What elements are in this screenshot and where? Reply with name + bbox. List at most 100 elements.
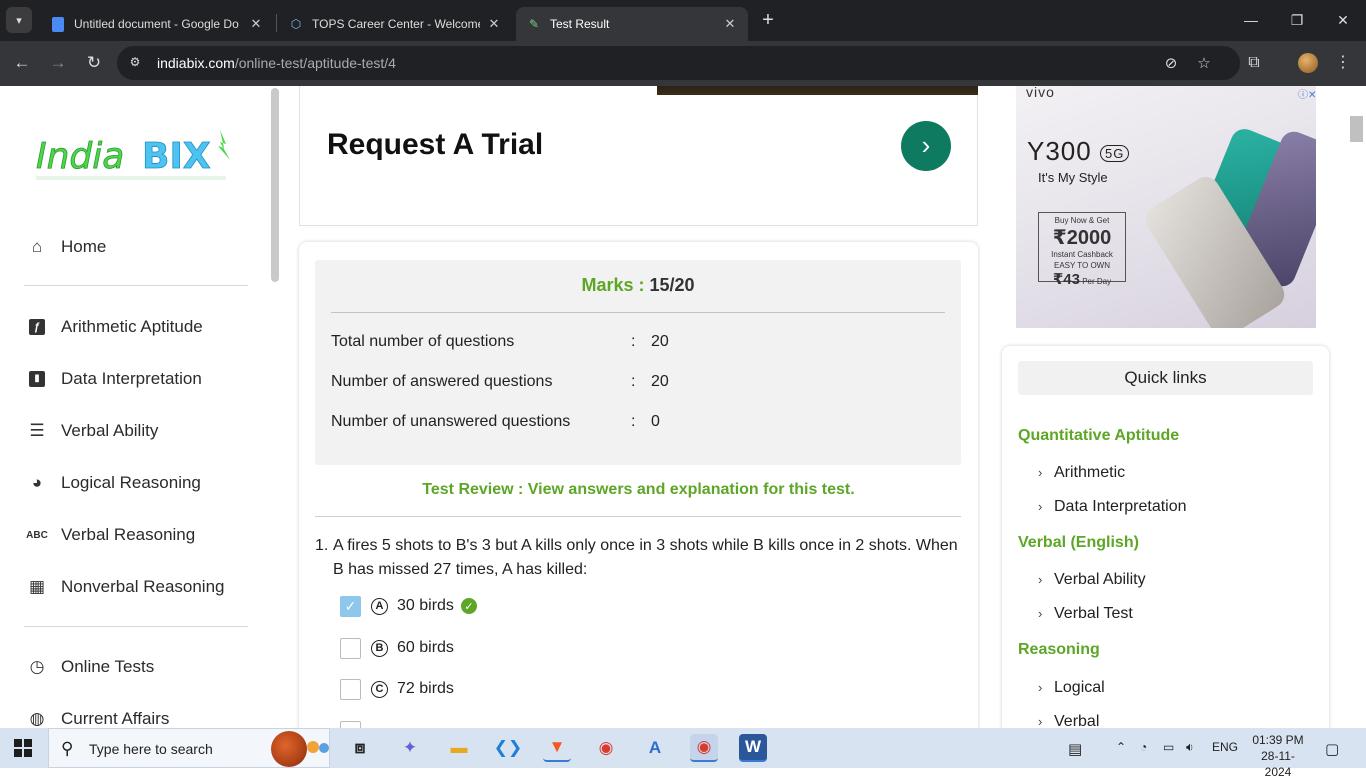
option-text: 30 birds	[397, 597, 454, 614]
bookmark-star-icon[interactable]: ☆	[1194, 54, 1214, 74]
option-b[interactable]: B 60 birds	[340, 635, 454, 661]
google-docs-icon	[50, 16, 66, 32]
stat-value: 20	[651, 373, 669, 390]
minimize-button[interactable]: —	[1228, 8, 1274, 32]
brave-browser-icon[interactable]: ▼	[543, 734, 571, 762]
task-view-icon[interactable]: ⧈	[346, 734, 374, 762]
sidebar-item-home[interactable]: ⌂ Home	[26, 232, 107, 262]
option-checkbox[interactable]	[340, 637, 361, 659]
volume-icon[interactable]: 🔉︎	[1186, 740, 1194, 755]
show-hidden-icons[interactable]: ⌃	[1116, 740, 1126, 754]
page-scrollbar[interactable]	[1350, 116, 1363, 142]
search-icon: ⚲	[61, 739, 74, 758]
reload-button[interactable]: ↻	[82, 51, 106, 75]
list-check-icon: ☰	[29, 421, 45, 440]
correct-answer-icon: ✓	[460, 598, 477, 614]
vivo-advertisement[interactable]: vivo ⓘ✕ Y300 5G It's My Style Buy Now & …	[1016, 86, 1316, 328]
extensions-icon[interactable]: ⧉	[1243, 52, 1265, 74]
test-review-link[interactable]: Test Review : View answers and explanati…	[299, 481, 978, 499]
address-bar[interactable]: ⚙ indiabix.com/online-test/aptitude-test…	[117, 46, 1240, 80]
sidebar-item-verbal-ability[interactable]: ☰ Verbal Ability	[26, 416, 158, 446]
sidebar-scrollbar[interactable]	[271, 88, 279, 282]
option-checkbox[interactable]	[340, 678, 361, 700]
sidebar-item-online-tests[interactable]: ◷ Online Tests	[26, 652, 155, 682]
chevron-right-icon: ›	[1038, 465, 1043, 480]
ad-emi: ₹43 Per Day	[1039, 270, 1125, 288]
forward-button[interactable]: →	[46, 51, 70, 75]
quick-link-verbal-ability[interactable]: › Verbal Ability	[1038, 571, 1146, 589]
tab-tops-career[interactable]: ⬡ TOPS Career Center - Welcome ✕	[278, 7, 512, 41]
back-button[interactable]: ←	[10, 51, 34, 75]
quick-link-data-interpretation[interactable]: › Data Interpretation	[1038, 498, 1187, 516]
app-icon[interactable]: A	[641, 734, 669, 762]
marks-label: Marks :	[581, 275, 645, 295]
request-trial-button[interactable]: ›	[901, 121, 951, 171]
windows-start-icon[interactable]	[14, 739, 32, 757]
chevron-right-icon: ›	[1038, 714, 1043, 728]
quick-link-label: Logical	[1054, 679, 1105, 696]
stat-label: Number of unanswered questions	[331, 413, 571, 430]
vscode-icon[interactable]: ❮❯	[494, 734, 523, 762]
close-window-button[interactable]: ✕	[1320, 8, 1366, 32]
tab-test-result[interactable]: ✎ Test Result ✕	[516, 7, 748, 41]
sidebar-item-nonverbal-reasoning[interactable]: ▦ Nonverbal Reasoning	[26, 572, 225, 602]
option-d[interactable]	[340, 718, 371, 728]
tab-google-docs[interactable]: Untitled document - Google Do ✕	[40, 7, 274, 41]
restore-button[interactable]: ❐	[1274, 8, 1320, 32]
quick-link-verbal-test[interactable]: › Verbal Test	[1038, 605, 1133, 623]
quick-links-category[interactable]: Quantitative Aptitude	[1018, 427, 1179, 445]
taskbar-search[interactable]: ⚲ Type here to search	[48, 728, 330, 768]
function-icon: ƒ	[26, 316, 48, 338]
quick-links-category[interactable]: Verbal (English)	[1018, 534, 1139, 552]
notification-icon[interactable]: ▢	[1325, 740, 1339, 758]
home-icon: ⌂	[31, 237, 43, 256]
close-tab-icon[interactable]: ✕	[486, 16, 502, 32]
menu-kebab-icon[interactable]: ⋮	[1332, 52, 1354, 74]
chrome-active-icon[interactable]: ◉	[690, 734, 718, 762]
sidebar-item-label: Online Tests	[61, 657, 155, 676]
indiabix-logo[interactable]: India BIX	[34, 126, 234, 184]
sidebar-item-data-interpretation[interactable]: ▮ Data Interpretation	[26, 364, 202, 394]
file-explorer-icon[interactable]: ▬	[445, 734, 473, 762]
chrome-icon[interactable]: ◉	[592, 734, 620, 762]
eye-off-icon[interactable]: ⊘	[1161, 54, 1181, 74]
copilot-icon[interactable]: ✦	[396, 734, 424, 762]
quick-link-verbal[interactable]: › Verbal	[1038, 713, 1099, 728]
sidebar-item-verbal-reasoning[interactable]: ABC Verbal Reasoning	[26, 520, 195, 550]
sidebar-item-logical-reasoning[interactable]: ◕ Logical Reasoning	[26, 468, 201, 498]
option-letter-icon: C	[371, 680, 388, 698]
quick-links-title: Quick links	[1018, 361, 1313, 395]
chevron-right-icon: ›	[921, 130, 931, 160]
stat-label: Number of answered questions	[331, 373, 553, 390]
system-clock[interactable]: 01:39 PM 28-11-2024	[1248, 732, 1308, 780]
network-icon[interactable]: ◔	[1140, 740, 1147, 754]
stat-value: 20	[651, 333, 669, 350]
news-widget-icon[interactable]: ▤	[1068, 740, 1082, 758]
profile-avatar[interactable]	[1298, 53, 1318, 73]
tab-separator	[276, 14, 277, 32]
quick-link-logical[interactable]: › Logical	[1038, 679, 1105, 697]
close-tab-icon[interactable]: ✕	[248, 16, 264, 32]
ad-choices-icon[interactable]: ⓘ✕	[1298, 86, 1316, 101]
option-checkbox[interactable]	[340, 720, 361, 728]
tab-search-button[interactable]: ▾	[6, 7, 32, 33]
option-c[interactable]: C 72 birds	[340, 676, 454, 702]
ad-offer-line: Buy Now & Get	[1054, 216, 1110, 225]
abc-icon: ABC	[26, 529, 48, 541]
stat-answered-questions: Number of answered questions : 20	[331, 373, 951, 393]
sidebar-item-arithmetic-aptitude[interactable]: ƒ Arithmetic Aptitude	[26, 312, 203, 342]
new-tab-button[interactable]: +	[756, 9, 780, 33]
word-icon[interactable]: W	[739, 734, 767, 762]
option-checkbox[interactable]: ✓	[340, 595, 361, 617]
tab-title: Test Result	[550, 17, 610, 31]
site-info-icon[interactable]: ⚙	[127, 55, 143, 71]
battery-icon[interactable]: ▭	[1163, 740, 1174, 754]
windows-taskbar: ⚲ Type here to search ⧈ ✦ ▬ ❮❯ ▼ ◉ A ◉ W…	[0, 728, 1366, 779]
sidebar-item-current-affairs[interactable]: ◍ Current Affairs	[26, 704, 170, 728]
option-text: 60 birds	[397, 639, 454, 656]
close-tab-icon[interactable]: ✕	[722, 16, 738, 32]
quick-link-arithmetic[interactable]: › Arithmetic	[1038, 464, 1125, 482]
language-indicator[interactable]: ENG	[1212, 740, 1238, 754]
quick-links-category[interactable]: Reasoning	[1018, 641, 1100, 659]
option-a[interactable]: ✓ A 30 birds ✓	[340, 593, 477, 619]
